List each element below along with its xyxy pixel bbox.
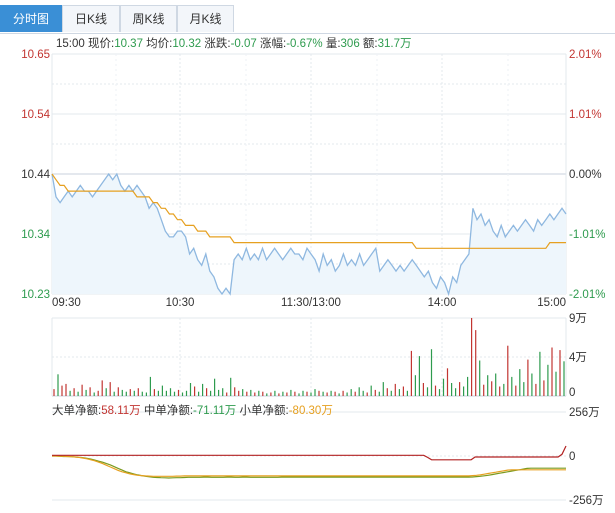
small-order-value: -80.30万 xyxy=(288,405,333,417)
pct-axis-label: -1.01% xyxy=(569,229,605,241)
flow-axis-label: -256万 xyxy=(569,495,604,507)
price-axis-label: 10.65 xyxy=(21,49,50,61)
volume-axis-label: 0 xyxy=(569,387,575,399)
time-axis-label: 11:30/13:00 xyxy=(281,297,341,309)
time-axis-label: 14:00 xyxy=(428,297,457,309)
price-axis-label: 10.23 xyxy=(21,289,50,301)
big-order-flow-line xyxy=(52,445,567,461)
volume-axis-label: 9万 xyxy=(569,313,587,325)
time-axis-label: 15:00 xyxy=(537,297,566,309)
volume-axis-label: 4万 xyxy=(569,352,587,364)
big-order-value: 58.11万 xyxy=(101,405,141,417)
mid-order-value: -71.11万 xyxy=(193,405,237,417)
pct-axis-label: 2.01% xyxy=(569,49,602,61)
price-axis-label: 10.44 xyxy=(21,169,50,181)
price-axis-label: 10.54 xyxy=(21,109,50,121)
flow-axis-label: 256万 xyxy=(569,407,600,419)
time-axis-label: 10:30 xyxy=(166,297,195,309)
price-axis-label: 10.34 xyxy=(21,229,50,241)
mid-order-label: 中单净额: xyxy=(143,405,194,417)
small-order-flow-line xyxy=(52,455,566,477)
time-axis-label: 09:30 xyxy=(52,297,81,309)
pct-axis-label: 1.01% xyxy=(569,109,602,121)
big-order-label: 大单净额: xyxy=(52,405,102,417)
money-flow-legend: 大单净额:58.11万 中单净额:-71.11万 小单净额:-80.30万 xyxy=(52,402,333,418)
pct-axis-label: 0.00% xyxy=(569,169,602,181)
mid-order-flow-line xyxy=(52,455,566,479)
timeshare-chart[interactable]: 10.65 10.54 10.44 10.34 10.23 2.01% 1.01% 0.00%… xyxy=(0,0,615,513)
pct-axis-label: -2.01% xyxy=(569,289,605,301)
flow-axis-label: 0 xyxy=(569,451,575,463)
small-order-label: 小单净额: xyxy=(239,405,289,417)
